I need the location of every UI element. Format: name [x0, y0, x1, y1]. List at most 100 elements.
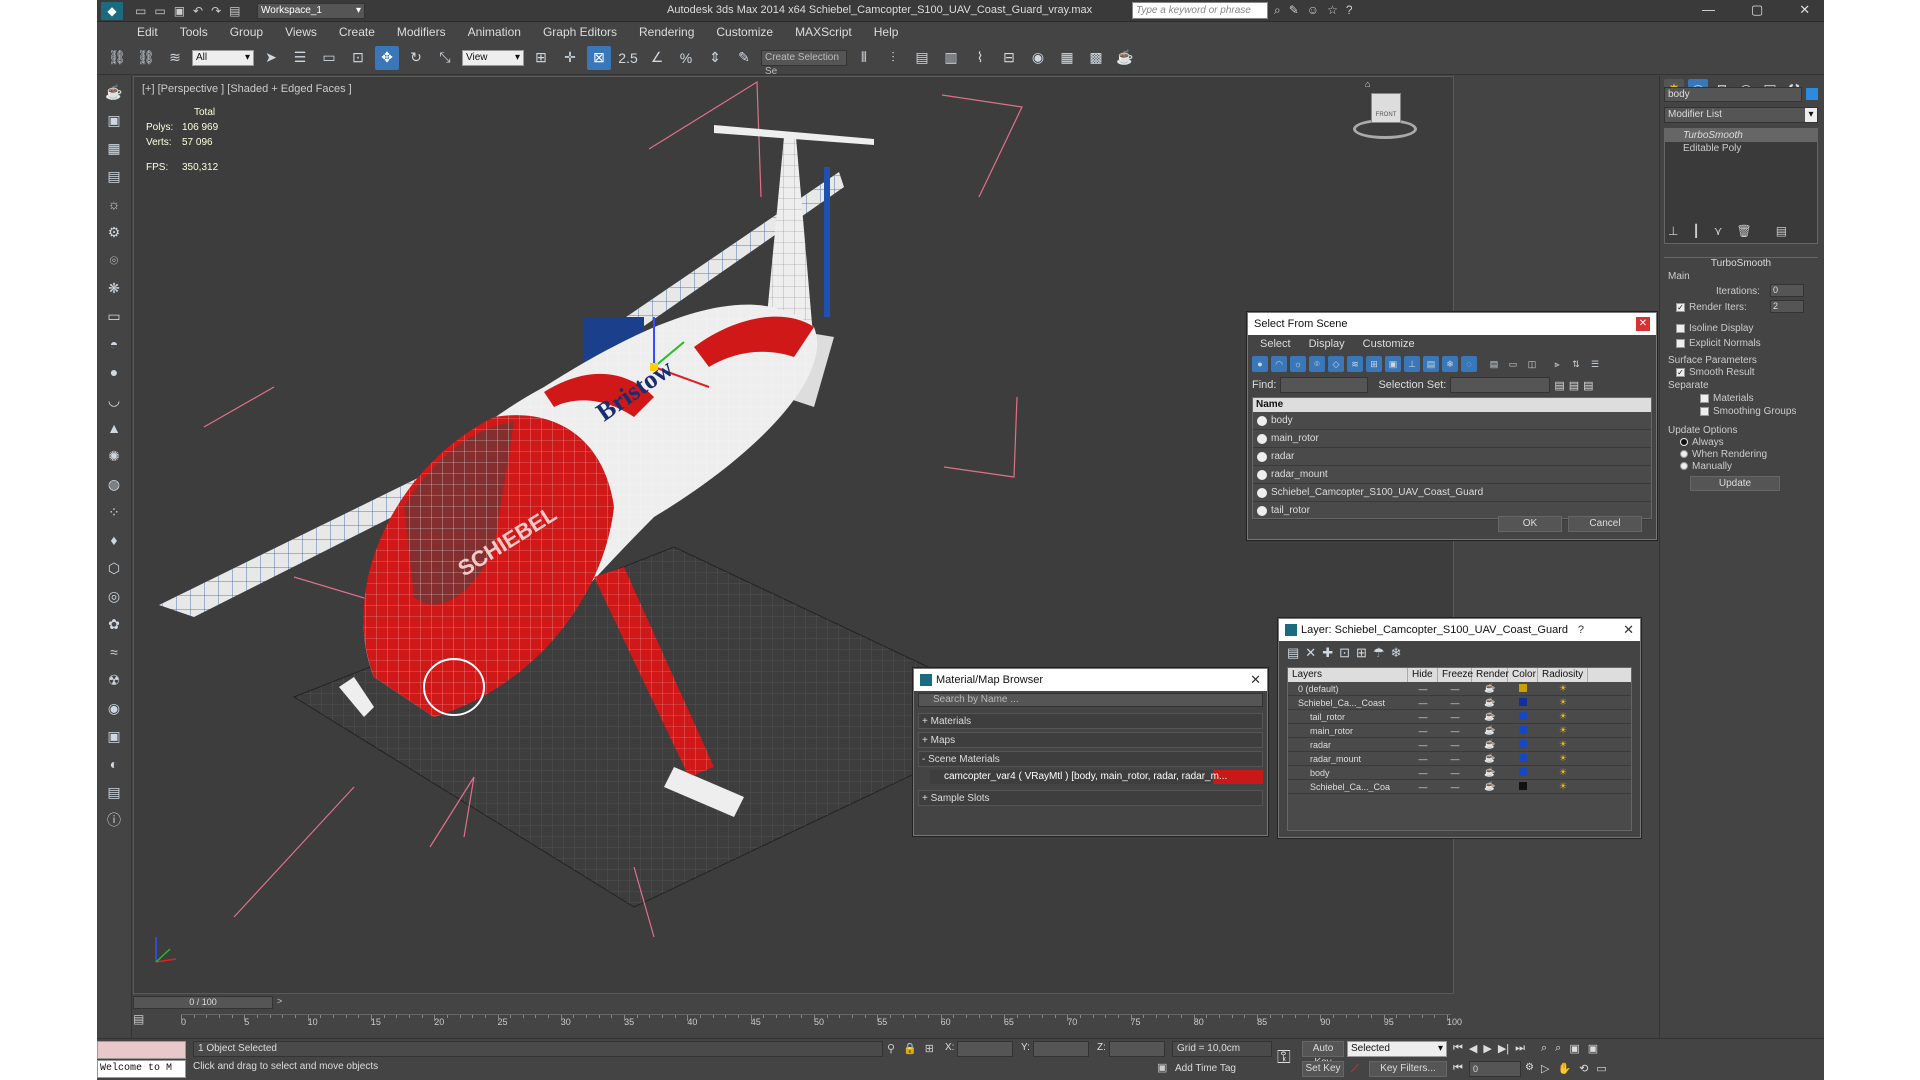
freeze-toggle-icon[interactable]: — — [1438, 754, 1472, 764]
cone-icon[interactable]: ▲ — [102, 416, 126, 440]
layer-color-swatch[interactable] — [1508, 753, 1538, 764]
edit-selection-set-icon[interactable]: ▤ — [1583, 379, 1593, 392]
stack-item-editable-poly[interactable]: Editable Poly — [1665, 142, 1817, 155]
hide-toggle-icon[interactable]: — — [1408, 684, 1438, 694]
freeze-toggle-icon[interactable]: — — [1438, 740, 1472, 750]
show-end-result-icon[interactable]: ┃ — [1692, 224, 1699, 238]
modifier-list-select[interactable]: Modifier List ▾ — [1664, 107, 1818, 123]
menu-item-graph-editors[interactable]: Graph Editors — [543, 25, 617, 39]
add-selection-set-icon[interactable]: ▤ — [1554, 379, 1564, 392]
select-object-icon[interactable]: ➤ — [259, 46, 283, 70]
y-coord-input[interactable] — [1033, 1041, 1089, 1057]
freeze-toggle-icon[interactable]: — — [1438, 698, 1472, 708]
undo-icon[interactable]: ↶ — [193, 4, 203, 18]
display-containers-icon[interactable]: ▤ — [1423, 356, 1439, 372]
layer-color-swatch[interactable] — [1508, 725, 1538, 736]
redo-icon[interactable]: ↷ — [211, 4, 221, 18]
radiosity-icon[interactable]: ☀ — [1538, 739, 1588, 750]
teapot-icon[interactable]: ☕ — [102, 80, 126, 104]
table-icon[interactable]: ▤ — [102, 164, 126, 188]
material-search-input[interactable]: Search by Name ... — [918, 693, 1263, 707]
isolate-icon[interactable]: ⚲ — [887, 1042, 895, 1055]
rendered-frame-icon[interactable]: ▩ — [1084, 46, 1108, 70]
object-list[interactable]: Name body main_rotor radar radar_mount Schie… — [1252, 397, 1652, 520]
layer-row[interactable]: main_rotor — — ☕ ☀ — [1288, 724, 1631, 738]
radiosity-icon[interactable]: ☀ — [1538, 753, 1588, 764]
menu-item-rendering[interactable]: Rendering — [639, 25, 694, 39]
play-icon[interactable]: ▶ — [1483, 1042, 1491, 1055]
make-unique-icon[interactable]: ⋎ — [1714, 224, 1723, 238]
select-rotate-icon[interactable]: ↻ — [404, 46, 428, 70]
delete-layer-icon[interactable]: ✕ — [1305, 645, 1316, 661]
curve-editor-icon[interactable]: ⌇ — [968, 46, 992, 70]
render-toggle-icon[interactable]: ☕ — [1472, 753, 1508, 764]
vray-light-icon[interactable]: ◐ — [102, 752, 126, 776]
scene-material-item[interactable]: camcopter_var4 ( VRayMtl ) [body, main_r… — [930, 770, 1263, 784]
object-row[interactable]: main_rotor — [1253, 430, 1651, 448]
info-icon[interactable]: ⓘ — [102, 808, 126, 832]
trackbar-menu-icon[interactable]: ▤ — [133, 1012, 173, 1032]
render-toggle-icon[interactable]: ☕ — [1472, 781, 1508, 792]
schematic-view-icon[interactable]: ⊟ — [997, 46, 1021, 70]
field-of-view-icon[interactable]: ▷ — [1541, 1062, 1549, 1075]
display-spacewarps-icon[interactable]: ≋ — [1347, 356, 1363, 372]
render-sphere-icon[interactable]: ◉ — [102, 696, 126, 720]
radiosity-icon[interactable]: ☀ — [1538, 781, 1588, 792]
select-scale-icon[interactable]: ⤡ — [433, 46, 457, 70]
hide-toggle-icon[interactable]: — — [1408, 726, 1438, 736]
time-config-icon[interactable]: ⚙ — [1525, 1062, 1534, 1073]
display-bones-icon[interactable]: ⊥ — [1404, 356, 1420, 372]
menu-item-create[interactable]: Create — [339, 25, 375, 39]
render-iters-spinner[interactable]: 2 — [1770, 300, 1804, 313]
select-none-icon[interactable]: ▭ — [1505, 356, 1521, 372]
plant-icon[interactable]: ✿ — [102, 612, 126, 636]
z-coord-input[interactable] — [1109, 1041, 1165, 1057]
home-icon[interactable]: ⌂ — [1365, 79, 1370, 89]
object-row[interactable]: body — [1253, 412, 1651, 430]
material-section[interactable]: + Sample Slots — [918, 790, 1263, 806]
iterations-spinner[interactable]: 0 — [1770, 284, 1804, 297]
menu-item-modifiers[interactable]: Modifiers — [397, 25, 446, 39]
set-key-filter-icon[interactable]: ⟋ — [1351, 1063, 1359, 1076]
hide-toggle-icon[interactable]: — — [1408, 698, 1438, 708]
render-toggle-icon[interactable]: ☕ — [1472, 683, 1508, 694]
material-section[interactable]: - Scene Materials — [918, 751, 1263, 767]
maxscript-listener-input[interactable] — [97, 1041, 186, 1059]
tools-icon[interactable]: ✎ — [1289, 3, 1299, 18]
zoom-extents-icon[interactable]: ▣ — [1569, 1042, 1579, 1055]
select-tab-select[interactable]: Select — [1260, 338, 1291, 350]
layer-col-color[interactable]: Color — [1508, 668, 1538, 682]
pivot-center-icon[interactable]: ⊞ — [529, 46, 553, 70]
remove-selection-set-icon[interactable]: ▤ — [1569, 379, 1579, 392]
select-move-icon[interactable]: ✥ — [375, 45, 399, 70]
layer-color-swatch[interactable] — [1508, 781, 1538, 792]
radiosity-icon[interactable]: ☀ — [1538, 767, 1588, 778]
freeze-toggle-icon[interactable]: — — [1438, 768, 1472, 778]
key-mode-select[interactable]: Selected ▾ — [1347, 1041, 1447, 1057]
edit-named-selection-icon[interactable]: ✎ — [732, 46, 756, 70]
hide-toggle-icon[interactable]: — — [1408, 768, 1438, 778]
reference-coord-select[interactable]: View ▾ — [462, 49, 524, 66]
mirror-icon[interactable]: ⫴ — [852, 46, 876, 70]
options-icon[interactable]: ☰ — [1587, 356, 1603, 372]
go-to-start-icon[interactable]: ⏮ — [1453, 1042, 1463, 1055]
layer-col-render[interactable]: Render — [1472, 668, 1509, 682]
lock-selection-icon[interactable]: 🔒 — [903, 1042, 917, 1055]
add-time-tag[interactable]: Add Time Tag — [1175, 1063, 1236, 1074]
freeze-toggle-icon[interactable]: — — [1438, 684, 1472, 694]
maximize-icon[interactable]: ▢ — [1751, 2, 1763, 18]
display-frozen-icon[interactable]: ❄ — [1442, 356, 1458, 372]
menu-item-help[interactable]: Help — [874, 25, 899, 39]
sun-icon[interactable]: ✺ — [102, 444, 126, 468]
display-geometry-icon[interactable]: ● — [1252, 356, 1268, 372]
zoom-all-icon[interactable]: ⌕ — [1555, 1042, 1561, 1055]
layer-col-freeze[interactable]: Freeze — [1438, 668, 1473, 682]
dome-light-icon[interactable]: ◍ — [102, 472, 126, 496]
manipulate-icon[interactable]: ✛ — [558, 46, 582, 70]
grid-icon[interactable]: ▦ — [102, 136, 126, 160]
percent-snap-icon[interactable]: % — [674, 46, 698, 70]
key-mode-toggle-icon[interactable]: ⏮ — [1453, 1062, 1463, 1075]
stack-item-turbosmooth[interactable]: TurboSmooth — [1665, 129, 1817, 142]
select-tab-display[interactable]: Display — [1309, 338, 1345, 350]
menu-item-customize[interactable]: Customize — [716, 25, 773, 39]
